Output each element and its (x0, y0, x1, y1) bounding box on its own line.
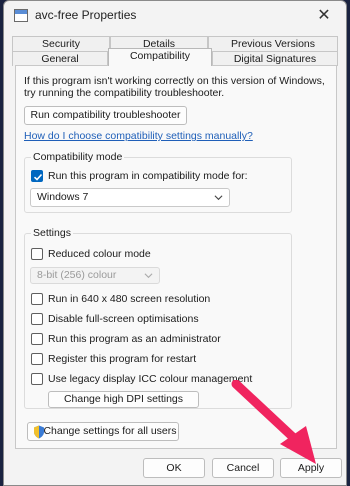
run-as-admin-label: Run this program as an administrator (48, 333, 221, 345)
change-all-users-button[interactable]: Change settings for all users (27, 422, 179, 441)
tab-general[interactable]: General (12, 51, 108, 66)
manual-settings-link[interactable]: How do I choose compatibility settings m… (24, 130, 253, 142)
run-as-admin-checkbox[interactable] (31, 333, 43, 345)
arrow-annotation (231, 380, 316, 464)
resolution-checkbox[interactable] (31, 293, 43, 305)
fullscreen-opt-label: Disable full-screen optimisations (48, 313, 199, 325)
compatibility-mode-legend: Compatibility mode (31, 151, 125, 163)
tab-security[interactable]: Security (12, 36, 110, 51)
os-select[interactable]: Windows 7 (30, 188, 230, 207)
window-title: avc-free Properties (35, 8, 137, 22)
fullscreen-opt-checkbox[interactable] (31, 313, 43, 325)
checkmark-icon (33, 173, 43, 181)
colour-depth-value: 8-bit (256) colour (37, 269, 117, 281)
tab-previous-versions[interactable]: Previous Versions (208, 36, 338, 51)
shield-icon (34, 425, 44, 439)
settings-legend: Settings (31, 227, 73, 239)
compat-mode-checkbox[interactable] (31, 170, 43, 182)
reduced-colour-checkbox[interactable] (31, 248, 43, 260)
ok-button[interactable]: OK (143, 458, 205, 478)
tab-compatibility[interactable]: Compatibility (108, 48, 212, 66)
compatibility-mode-group: Compatibility mode Run this program in c… (24, 151, 292, 213)
intro-text-line1: If this program isn't working correctly … (24, 75, 325, 87)
reduced-colour-label: Reduced colour mode (48, 248, 151, 260)
change-all-users-label: Change settings for all users (43, 425, 177, 437)
chevron-down-icon (144, 273, 153, 279)
register-restart-label: Register this program for restart (48, 353, 197, 365)
intro-text-line2: try running the compatibility troublesho… (24, 87, 225, 99)
tab-digital-signatures[interactable]: Digital Signatures (212, 51, 338, 66)
colour-depth-select: 8-bit (256) colour (30, 267, 160, 284)
compat-mode-label: Run this program in compatibility mode f… (48, 170, 248, 182)
app-icon (14, 9, 28, 22)
legacy-icc-label: Use legacy display ICC colour management (48, 373, 253, 385)
chevron-down-icon (214, 195, 223, 201)
run-troubleshooter-button[interactable]: Run compatibility troubleshooter (24, 106, 187, 125)
register-restart-checkbox[interactable] (31, 353, 43, 365)
os-select-value: Windows 7 (37, 191, 89, 203)
legacy-icc-checkbox[interactable] (31, 373, 43, 385)
high-dpi-button[interactable]: Change high DPI settings (48, 391, 199, 408)
title-bar: avc-free Properties ✕ (4, 1, 346, 31)
close-icon[interactable]: ✕ (314, 5, 334, 25)
resolution-label: Run in 640 x 480 screen resolution (48, 293, 211, 305)
